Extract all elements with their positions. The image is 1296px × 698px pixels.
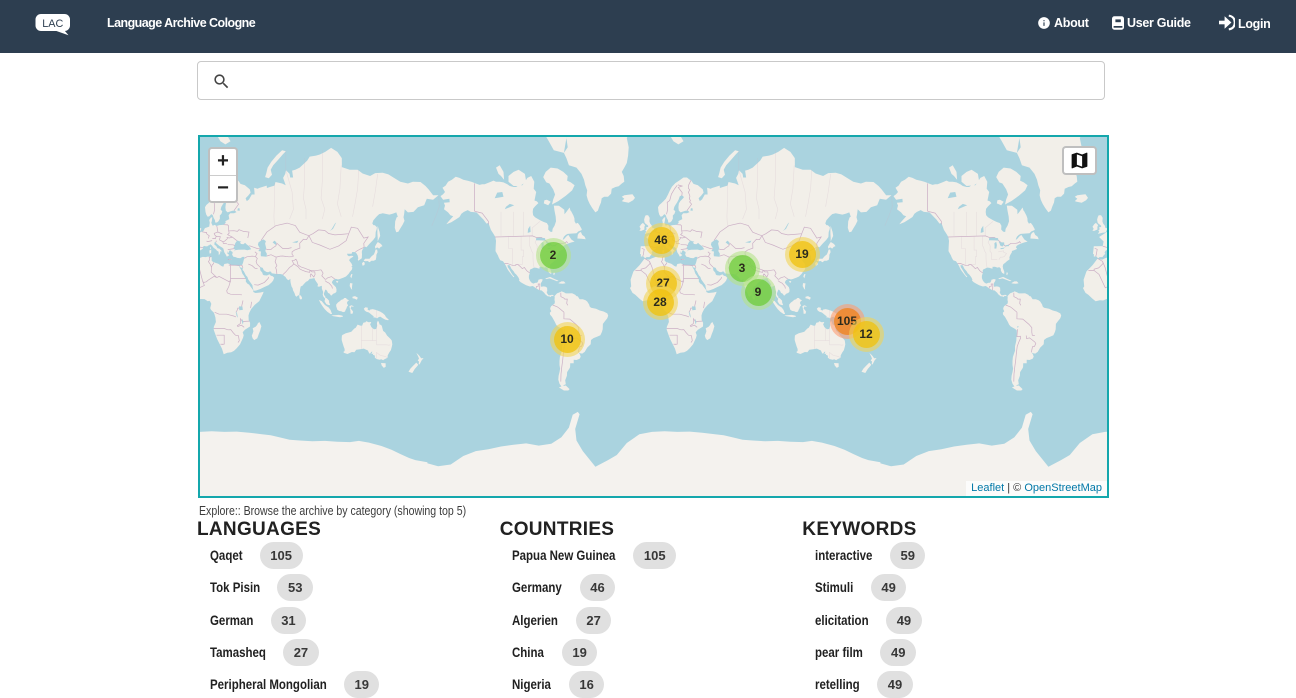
svg-text:LAC: LAC [42,18,63,30]
